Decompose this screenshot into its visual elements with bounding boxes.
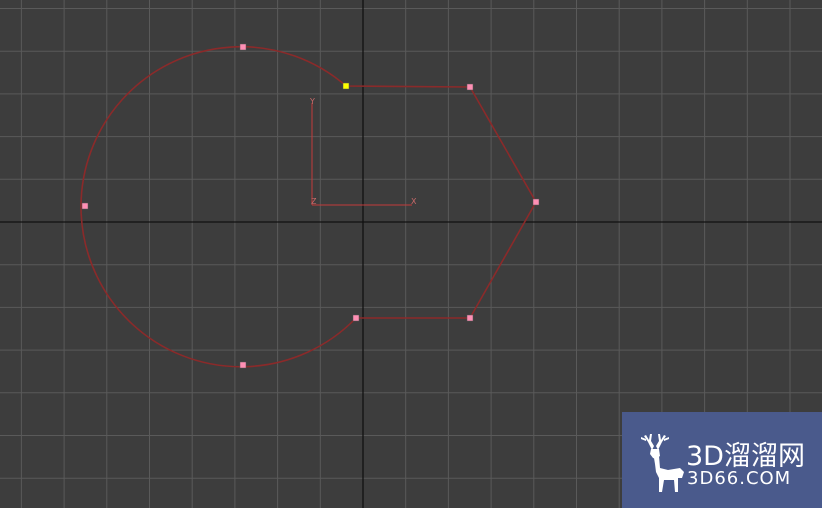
first-vertex-handle[interactable]	[342, 82, 350, 90]
vertex-handle[interactable]	[352, 314, 360, 322]
vertex-handle[interactable]	[239, 43, 247, 51]
watermark: 3D溜溜网 3D66.COM	[622, 412, 822, 508]
vertex-handle[interactable]	[239, 361, 247, 369]
vertex-handle[interactable]	[532, 198, 540, 206]
viewport[interactable]: Y X Z 3D溜溜网 3D66.COM	[0, 0, 822, 508]
gizmo-z-label: Z	[311, 197, 317, 206]
watermark-url: 3D66.COM	[687, 468, 792, 489]
gizmo-y-label: Y	[309, 97, 315, 106]
vertex-handle[interactable]	[466, 83, 474, 91]
vertex-handle[interactable]	[81, 202, 89, 210]
gizmo-x-label: X	[411, 197, 417, 206]
vertex-handles[interactable]	[81, 43, 540, 369]
vertex-handle[interactable]	[466, 314, 474, 322]
